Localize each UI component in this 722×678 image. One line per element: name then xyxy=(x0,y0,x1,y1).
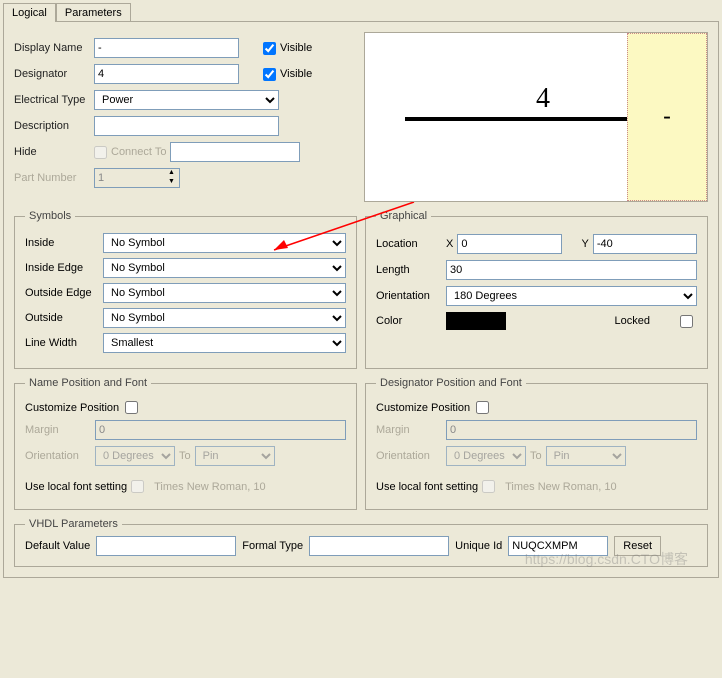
desig-orientation-label: Orientation xyxy=(376,450,446,462)
inside-edge-select[interactable]: No Symbol xyxy=(103,258,346,278)
tab-parameters[interactable]: Parameters xyxy=(56,3,131,22)
default-value-label: Default Value xyxy=(25,540,90,552)
desig-to-select: Pin xyxy=(546,446,626,466)
hide-checkbox[interactable] xyxy=(94,146,107,159)
name-font-text: Times New Roman, 10 xyxy=(154,481,265,493)
vhdl-group: VHDL Parameters Default Value Formal Typ… xyxy=(14,518,708,567)
designator-position-group: Designator Position and Font Customize P… xyxy=(365,377,708,510)
designator-position-legend: Designator Position and Font xyxy=(376,377,526,389)
formal-type-label: Formal Type xyxy=(242,540,303,552)
name-position-group: Name Position and Font Customize Positio… xyxy=(14,377,357,510)
desig-use-local-checkbox[interactable] xyxy=(482,480,495,493)
tab-logical[interactable]: Logical xyxy=(3,3,56,22)
name-orientation-select: 0 Degrees xyxy=(95,446,175,466)
description-label: Description xyxy=(14,120,94,132)
inside-edge-label: Inside Edge xyxy=(25,262,103,274)
name-margin-label: Margin xyxy=(25,424,95,436)
connect-to-label: Connect To xyxy=(111,146,166,158)
outside-edge-select[interactable]: No Symbol xyxy=(103,283,346,303)
formal-type-input[interactable] xyxy=(309,536,449,556)
line-width-label: Line Width xyxy=(25,337,103,349)
name-to-select: Pin xyxy=(195,446,275,466)
desig-orientation-select: 0 Degrees xyxy=(446,446,526,466)
part-number-up-icon: ▲ xyxy=(164,169,179,178)
display-name-input[interactable] xyxy=(94,38,239,58)
part-number-input xyxy=(94,168,164,188)
visible-label-1: Visible xyxy=(280,42,312,54)
desig-use-local-label: Use local font setting xyxy=(376,481,478,493)
length-label: Length xyxy=(376,264,446,276)
reset-button[interactable]: Reset xyxy=(614,536,661,556)
electrical-type-label: Electrical Type xyxy=(14,94,94,106)
name-to-label: To xyxy=(179,450,191,462)
desig-to-label: To xyxy=(530,450,542,462)
part-number-label: Part Number xyxy=(14,172,94,184)
name-customize-label: Customize Position xyxy=(25,402,119,414)
desig-margin-label: Margin xyxy=(376,424,446,436)
graphical-group: Graphical Location X Y Length Orientatio… xyxy=(365,210,708,369)
description-input[interactable] xyxy=(94,116,279,136)
desig-font-text: Times New Roman, 10 xyxy=(505,481,616,493)
x-label: X xyxy=(446,238,453,250)
display-name-label: Display Name xyxy=(14,42,94,54)
color-swatch[interactable] xyxy=(446,312,506,330)
part-number-down-icon: ▼ xyxy=(164,178,179,187)
length-input[interactable] xyxy=(446,260,697,280)
symbols-legend: Symbols xyxy=(25,210,75,222)
desig-margin-input xyxy=(446,420,697,440)
designator-label: Designator xyxy=(14,68,94,80)
preview-pin-line xyxy=(405,117,627,121)
graphical-legend: Graphical xyxy=(376,210,431,222)
electrical-type-select[interactable]: Power xyxy=(94,90,279,110)
inside-select[interactable]: No Symbol xyxy=(103,233,346,253)
outside-select[interactable]: No Symbol xyxy=(103,308,346,328)
color-label: Color xyxy=(376,315,446,327)
field-column: Display Name Visible Designator Visible … xyxy=(14,32,354,202)
name-use-local-checkbox[interactable] xyxy=(131,480,144,493)
name-customize-checkbox[interactable] xyxy=(125,401,138,414)
desig-customize-label: Customize Position xyxy=(376,402,470,414)
unique-id-input[interactable] xyxy=(508,536,608,556)
orientation-label: Orientation xyxy=(376,290,446,302)
default-value-input[interactable] xyxy=(96,536,236,556)
desig-customize-checkbox[interactable] xyxy=(476,401,489,414)
hide-label: Hide xyxy=(14,146,94,158)
designator-visible-checkbox[interactable] xyxy=(263,68,276,81)
inside-label: Inside xyxy=(25,237,103,249)
location-x-input[interactable] xyxy=(457,234,561,254)
tab-strip: Logical Parameters xyxy=(0,0,722,22)
logical-panel: Display Name Visible Designator Visible … xyxy=(3,21,719,578)
location-label: Location xyxy=(376,238,446,250)
vhdl-legend: VHDL Parameters xyxy=(25,518,122,530)
line-width-select[interactable]: Smallest xyxy=(103,333,346,353)
locked-checkbox[interactable] xyxy=(680,315,693,328)
preview-designator: 4 xyxy=(536,83,550,115)
orientation-select[interactable]: 180 Degrees xyxy=(446,286,697,306)
pin-preview: 4 - xyxy=(364,32,708,202)
location-y-input[interactable] xyxy=(593,234,697,254)
visible-label-2: Visible xyxy=(280,68,312,80)
preview-body: - xyxy=(627,33,707,201)
unique-id-label: Unique Id xyxy=(455,540,502,552)
locked-label: Locked xyxy=(615,315,650,327)
name-margin-input xyxy=(95,420,346,440)
name-orientation-label: Orientation xyxy=(25,450,95,462)
display-name-visible-checkbox[interactable] xyxy=(263,42,276,55)
outside-edge-label: Outside Edge xyxy=(25,287,103,299)
connect-to-input[interactable] xyxy=(170,142,300,162)
designator-input[interactable] xyxy=(94,64,239,84)
outside-label: Outside xyxy=(25,312,103,324)
name-use-local-label: Use local font setting xyxy=(25,481,127,493)
name-position-legend: Name Position and Font xyxy=(25,377,151,389)
symbols-group: Symbols InsideNo Symbol Inside EdgeNo Sy… xyxy=(14,210,357,369)
y-label: Y xyxy=(582,238,589,250)
